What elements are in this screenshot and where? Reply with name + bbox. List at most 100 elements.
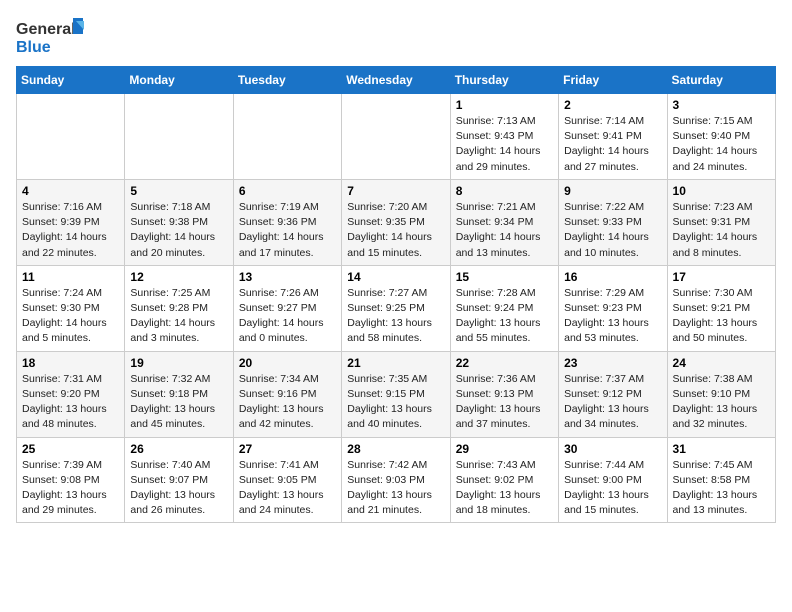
day-number: 31 — [673, 442, 770, 456]
svg-text:Blue: Blue — [16, 39, 51, 56]
day-info: Sunrise: 7:44 AM Sunset: 9:00 PM Dayligh… — [564, 458, 661, 519]
day-info: Sunrise: 7:23 AM Sunset: 9:31 PM Dayligh… — [673, 200, 770, 261]
day-info: Sunrise: 7:15 AM Sunset: 9:40 PM Dayligh… — [673, 114, 770, 175]
day-info: Sunrise: 7:26 AM Sunset: 9:27 PM Dayligh… — [239, 286, 336, 347]
calendar-cell: 12Sunrise: 7:25 AM Sunset: 9:28 PM Dayli… — [125, 265, 233, 351]
calendar-cell: 8 Sunrise: 7:21 AM Sunset: 9:34 PM Daylig… — [450, 179, 558, 265]
day-number: 15 — [456, 270, 553, 284]
calendar-cell: 26Sunrise: 7:40 AM Sunset: 9:07 PM Dayli… — [125, 437, 233, 523]
weekday-header-monday: Monday — [125, 67, 233, 94]
day-info: Sunrise: 7:38 AM Sunset: 9:10 PM Dayligh… — [673, 372, 770, 433]
day-number: 7 — [347, 184, 444, 198]
svg-text:General: General — [16, 21, 76, 38]
day-number: 1 — [456, 98, 553, 112]
day-number: 19 — [130, 356, 227, 370]
day-info: Sunrise: 7:37 AM Sunset: 9:12 PM Dayligh… — [564, 372, 661, 433]
calendar-cell: 11 Sunrise: 7:24 AM Sunset: 9:30 PM Dayli… — [17, 265, 125, 351]
calendar-cell: 28 Sunrise: 7:42 AM Sunset: 9:03 PM Dayli… — [342, 437, 450, 523]
calendar-cell: 19 Sunrise: 7:32 AM Sunset: 9:18 PM Dayli… — [125, 351, 233, 437]
day-info: Sunrise: 7:18 AM Sunset: 9:38 PM Dayligh… — [130, 200, 227, 261]
calendar-cell: 16 Sunrise: 7:29 AM Sunset: 9:23 PM Dayli… — [559, 265, 667, 351]
day-info: Sunrise: 7:29 AM Sunset: 9:23 PM Dayligh… — [564, 286, 661, 347]
day-info: Sunrise: 7:41 AM Sunset: 9:05 PM Dayligh… — [239, 458, 336, 519]
day-number: 10 — [673, 184, 770, 198]
day-info: Sunrise: 7:21 AM Sunset: 9:34 PM Dayligh… — [456, 200, 553, 261]
calendar-cell: 22 Sunrise: 7:36 AM Sunset: 9:13 PM Dayli… — [450, 351, 558, 437]
day-info: Sunrise: 7:43 AM Sunset: 9:02 PM Dayligh… — [456, 458, 553, 519]
day-info: Sunrise: 7:42 AM Sunset: 9:03 PM Dayligh… — [347, 458, 444, 519]
calendar-cell: 13 Sunrise: 7:26 AM Sunset: 9:27 PM Dayli… — [233, 265, 341, 351]
weekday-header-row: SundayMondayTuesdayWednesdayThursdayFrid… — [17, 67, 776, 94]
day-info: Sunrise: 7:31 AM Sunset: 9:20 PM Dayligh… — [22, 372, 119, 433]
calendar-cell: 23 Sunrise: 7:37 AM Sunset: 9:12 PM Dayli… — [559, 351, 667, 437]
calendar-cell: 25 Sunrise: 7:39 AM Sunset: 9:08 PM Dayli… — [17, 437, 125, 523]
calendar-cell: 27 Sunrise: 7:41 AM Sunset: 9:05 PM Dayli… — [233, 437, 341, 523]
day-number: 6 — [239, 184, 336, 198]
calendar-cell — [233, 94, 341, 180]
day-number: 11 — [22, 270, 119, 284]
header: GeneralBlue — [16, 16, 776, 56]
calendar-cell: 29 Sunrise: 7:43 AM Sunset: 9:02 PM Dayli… — [450, 437, 558, 523]
day-info: Sunrise: 7:36 AM Sunset: 9:13 PM Dayligh… — [456, 372, 553, 433]
day-number: 27 — [239, 442, 336, 456]
day-number: 18 — [22, 356, 119, 370]
calendar-cell: 4 Sunrise: 7:16 AM Sunset: 9:39 PM Daylig… — [17, 179, 125, 265]
week-row-2: 4 Sunrise: 7:16 AM Sunset: 9:39 PM Daylig… — [17, 179, 776, 265]
calendar-cell: 14Sunrise: 7:27 AM Sunset: 9:25 PM Dayli… — [342, 265, 450, 351]
day-number: 16 — [564, 270, 661, 284]
calendar-cell: 17 Sunrise: 7:30 AM Sunset: 9:21 PM Dayli… — [667, 265, 775, 351]
calendar-cell: 5 Sunrise: 7:18 AM Sunset: 9:38 PM Daylig… — [125, 179, 233, 265]
weekday-header-sunday: Sunday — [17, 67, 125, 94]
day-info: Sunrise: 7:32 AM Sunset: 9:18 PM Dayligh… — [130, 372, 227, 433]
week-row-1: 1 Sunrise: 7:13 AM Sunset: 9:43 PM Daylig… — [17, 94, 776, 180]
day-number: 28 — [347, 442, 444, 456]
day-info: Sunrise: 7:14 AM Sunset: 9:41 PM Dayligh… — [564, 114, 661, 175]
calendar-cell: 3 Sunrise: 7:15 AM Sunset: 9:40 PM Daylig… — [667, 94, 775, 180]
calendar-cell: 1 Sunrise: 7:13 AM Sunset: 9:43 PM Daylig… — [450, 94, 558, 180]
week-row-4: 18 Sunrise: 7:31 AM Sunset: 9:20 PM Dayli… — [17, 351, 776, 437]
weekday-header-saturday: Saturday — [667, 67, 775, 94]
calendar-cell — [125, 94, 233, 180]
logo: GeneralBlue — [16, 16, 96, 56]
weekday-header-wednesday: Wednesday — [342, 67, 450, 94]
calendar-cell: 30 Sunrise: 7:44 AM Sunset: 9:00 PM Dayli… — [559, 437, 667, 523]
calendar-cell: 31Sunrise: 7:45 AM Sunset: 8:58 PM Dayli… — [667, 437, 775, 523]
day-info: Sunrise: 7:24 AM Sunset: 9:30 PM Dayligh… — [22, 286, 119, 347]
calendar-cell — [17, 94, 125, 180]
day-info: Sunrise: 7:39 AM Sunset: 9:08 PM Dayligh… — [22, 458, 119, 519]
day-number: 17 — [673, 270, 770, 284]
day-number: 21 — [347, 356, 444, 370]
day-number: 13 — [239, 270, 336, 284]
day-number: 9 — [564, 184, 661, 198]
day-number: 3 — [673, 98, 770, 112]
day-number: 8 — [456, 184, 553, 198]
calendar-cell: 7Sunrise: 7:20 AM Sunset: 9:35 PM Daylig… — [342, 179, 450, 265]
day-number: 2 — [564, 98, 661, 112]
day-number: 30 — [564, 442, 661, 456]
calendar-cell: 21Sunrise: 7:35 AM Sunset: 9:15 PM Dayli… — [342, 351, 450, 437]
calendar-cell: 20Sunrise: 7:34 AM Sunset: 9:16 PM Dayli… — [233, 351, 341, 437]
calendar-cell: 9Sunrise: 7:22 AM Sunset: 9:33 PM Daylig… — [559, 179, 667, 265]
week-row-5: 25 Sunrise: 7:39 AM Sunset: 9:08 PM Dayli… — [17, 437, 776, 523]
week-row-3: 11 Sunrise: 7:24 AM Sunset: 9:30 PM Dayli… — [17, 265, 776, 351]
generalblue-logo-icon: GeneralBlue — [16, 16, 96, 56]
calendar-cell: 10 Sunrise: 7:23 AM Sunset: 9:31 PM Dayli… — [667, 179, 775, 265]
day-number: 5 — [130, 184, 227, 198]
calendar-cell: 15 Sunrise: 7:28 AM Sunset: 9:24 PM Dayli… — [450, 265, 558, 351]
day-info: Sunrise: 7:34 AM Sunset: 9:16 PM Dayligh… — [239, 372, 336, 433]
day-info: Sunrise: 7:16 AM Sunset: 9:39 PM Dayligh… — [22, 200, 119, 261]
day-number: 24 — [673, 356, 770, 370]
day-number: 25 — [22, 442, 119, 456]
day-info: Sunrise: 7:28 AM Sunset: 9:24 PM Dayligh… — [456, 286, 553, 347]
day-info: Sunrise: 7:19 AM Sunset: 9:36 PM Dayligh… — [239, 200, 336, 261]
calendar-cell: 6 Sunrise: 7:19 AM Sunset: 9:36 PM Daylig… — [233, 179, 341, 265]
day-info: Sunrise: 7:40 AM Sunset: 9:07 PM Dayligh… — [130, 458, 227, 519]
day-info: Sunrise: 7:30 AM Sunset: 9:21 PM Dayligh… — [673, 286, 770, 347]
day-number: 4 — [22, 184, 119, 198]
day-number: 23 — [564, 356, 661, 370]
weekday-header-tuesday: Tuesday — [233, 67, 341, 94]
day-info: Sunrise: 7:13 AM Sunset: 9:43 PM Dayligh… — [456, 114, 553, 175]
day-number: 22 — [456, 356, 553, 370]
day-number: 12 — [130, 270, 227, 284]
day-number: 29 — [456, 442, 553, 456]
